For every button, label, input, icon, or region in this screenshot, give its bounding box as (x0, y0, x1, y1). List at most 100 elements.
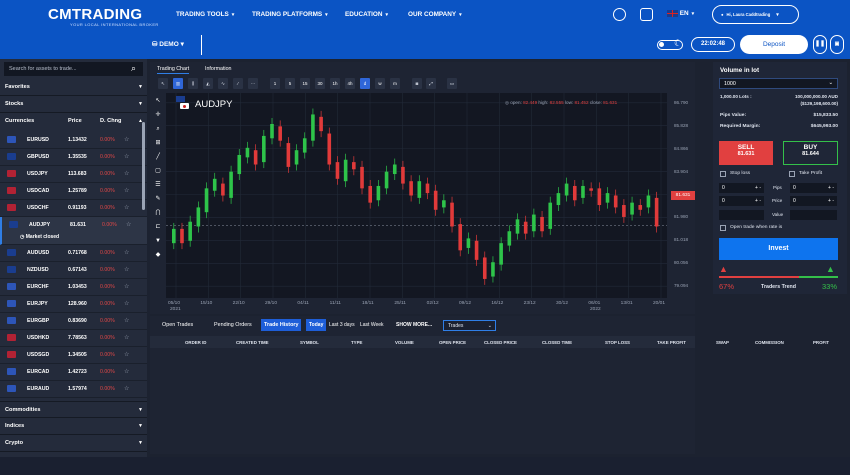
price-chart[interactable] (166, 93, 667, 298)
window-icon[interactable]: ▭ (447, 78, 457, 89)
rectangle-icon[interactable]: ▢ (153, 166, 163, 176)
area-icon[interactable]: ◭ (203, 78, 213, 89)
favorite-star-icon[interactable]: ☆ (124, 266, 129, 273)
timeframe-4h[interactable]: 4h (345, 78, 355, 89)
category-stocks[interactable]: Stocks ▼ (0, 96, 147, 113)
asset-row-euraud[interactable]: EURAUD 1.57974 0.00% ☆ (0, 381, 147, 398)
measure-icon[interactable]: ⊞ (153, 138, 163, 148)
cmtrading-logo[interactable]: CMTRADING (48, 6, 142, 23)
tab-information[interactable]: Information (205, 66, 232, 72)
favorite-star-icon[interactable]: ☆ (124, 204, 129, 211)
stop-loss-value-input[interactable] (719, 210, 764, 220)
asset-row-usdcad[interactable]: USDCAD 1.25789 0.00% ☆ (0, 183, 147, 200)
timeframe-m[interactable]: m (390, 78, 400, 89)
asset-row-eurusd[interactable]: EURUSD 1.13432 0.00% ☆ (0, 132, 147, 149)
layout-icon[interactable]: ▣ (830, 35, 844, 54)
tab-trading-chart[interactable]: Trading Chart (157, 66, 190, 74)
crosshair-icon[interactable]: ✛ (153, 110, 163, 120)
sell-button[interactable]: SELL 81.631 (719, 141, 773, 165)
filter-last-3-days[interactable]: Last 3 days (329, 322, 355, 328)
nav-trading-platforms[interactable]: TRADING PLATFORMS ▾ (252, 11, 328, 18)
deposit-button[interactable]: Deposit (740, 35, 808, 54)
sidebar-scrollbar[interactable] (142, 122, 145, 210)
line-icon[interactable]: ∿ (218, 78, 228, 89)
volume-select[interactable]: 1000 ⌄ (719, 78, 838, 89)
account-mode-selector[interactable]: ⛁ DEMO ▾ (152, 40, 184, 48)
tab-open-trades[interactable]: Open Trades (162, 322, 193, 328)
stop-loss-checkbox[interactable] (720, 171, 726, 177)
trash-icon[interactable]: ▼ (153, 236, 163, 246)
timeframe-5[interactable]: 5 (285, 78, 295, 89)
search-icon[interactable]: ⌕ (131, 63, 136, 74)
category-crypto[interactable]: Crypto ▼ (0, 435, 147, 452)
indicator-icon[interactable]: ⋯ (248, 78, 258, 89)
asset-row-usdchf[interactable]: USDCHF 0.91193 0.00% ☆ (0, 200, 147, 217)
pencil-icon[interactable]: ✎ (153, 194, 163, 204)
favorite-star-icon[interactable]: ☆ (124, 385, 129, 392)
lock-icon[interactable]: ⊏ (153, 222, 163, 232)
nav-education[interactable]: EDUCATION ▾ (345, 11, 388, 18)
favorite-star-icon[interactable]: ☆ (124, 170, 129, 177)
timeframe-1h[interactable]: 1h (330, 78, 340, 89)
favorite-star-icon[interactable]: ☆ (124, 187, 129, 194)
asset-row-eurjpy[interactable]: EURJPY 128.960 0.00% ☆ (0, 296, 147, 313)
asset-row-usdhkd[interactable]: USDHKD 7.78563 0.00% ☆ (0, 330, 147, 347)
trades-type-select[interactable]: Trades ⌄ (443, 320, 496, 331)
timeframe-15[interactable]: 15 (300, 78, 310, 89)
favorite-star-icon[interactable]: ☆ (124, 249, 129, 256)
asset-row-eurgbp[interactable]: EURGBP 0.83690 0.00% ☆ (0, 313, 147, 330)
fullscreen-icon[interactable]: ⤢ (426, 78, 436, 89)
favorite-star-icon[interactable]: ☆ (124, 351, 129, 358)
favorite-star-icon[interactable]: ☆ (124, 334, 129, 341)
pin-icon[interactable]: ◆ (153, 250, 163, 260)
nav-trading-tools[interactable]: TRADING TOOLS ▾ (176, 11, 234, 18)
favorite-star-icon[interactable]: ☆ (124, 300, 129, 307)
favorite-star-icon[interactable]: ☆ (126, 221, 131, 228)
filter-today[interactable]: Today (306, 319, 327, 331)
take-profit-pips-input[interactable]: 0 + - (790, 183, 837, 193)
cursor-icon[interactable]: ↖ (153, 96, 163, 106)
asset-row-audusd[interactable]: AUDUSD 0.71768 0.00% ☆ (0, 245, 147, 262)
camera-icon[interactable]: ◙ (412, 78, 422, 89)
favorite-star-icon[interactable]: ☆ (124, 136, 129, 143)
category-commodities[interactable]: Commodities ▼ (0, 401, 147, 418)
zoom-icon[interactable]: ⌕ (153, 124, 163, 134)
asset-row-eurcad[interactable]: EURCAD 1.42723 0.00% ☆ (0, 364, 147, 381)
take-profit-checkbox[interactable] (789, 171, 795, 177)
tab-pending-orders[interactable]: Pending Orders (214, 322, 252, 328)
category-currencies[interactable]: Currencies Price D. Chng ▲ (0, 113, 147, 130)
category-favorites[interactable]: Favorites ▼ (0, 79, 147, 96)
asset-row-gbpusd[interactable]: GBPUSD 1.35535 0.00% ☆ (0, 149, 147, 166)
trend-icon[interactable]: ⁄ (233, 78, 243, 89)
timeframe-d[interactable]: d (360, 78, 370, 89)
asset-row-audjpy[interactable]: AUDJPY 81.631 0.00% ☆ ◷ Market closed (0, 217, 147, 245)
whatsapp-icon[interactable] (613, 8, 626, 21)
buy-button[interactable]: BUY 81.644 (783, 141, 838, 165)
favorite-star-icon[interactable]: ☆ (124, 153, 129, 160)
asset-row-eurchf[interactable]: EURCHF 1.03453 0.00% ☆ (0, 279, 147, 296)
bars-icon[interactable]: ⫼ (188, 78, 198, 89)
favorite-star-icon[interactable]: ☆ (124, 283, 129, 290)
open-trade-rate-checkbox[interactable] (720, 225, 726, 231)
cursor-icon[interactable]: ↖ (158, 78, 168, 89)
candlestick-chart[interactable] (166, 93, 667, 298)
timeframe-30[interactable]: 30 (315, 78, 325, 89)
tab-trade-history[interactable]: Trade History (261, 319, 302, 331)
line-tool-icon[interactable]: ╱ (153, 152, 163, 162)
take-profit-price-input[interactable]: 0 + - (790, 196, 837, 206)
asset-row-usdsgd[interactable]: USDSGD 1.34505 0.00% ☆ (0, 347, 147, 364)
take-profit-value-input[interactable] (790, 210, 837, 220)
timeframe-1[interactable]: 1 (270, 78, 280, 89)
stop-loss-price-input[interactable]: 0 + - (719, 196, 764, 206)
language-selector[interactable]: EN ▾ (667, 10, 694, 17)
filter-last-week[interactable]: Last Week (360, 322, 384, 328)
candles-icon[interactable]: ▥ (173, 78, 183, 89)
asset-row-nzdusd[interactable]: NZDUSD 0.67143 0.00% ☆ (0, 262, 147, 279)
text-icon[interactable]: ☰ (153, 180, 163, 190)
pause-icon[interactable]: ❚❚ (813, 35, 827, 54)
asset-search-input[interactable]: Search for assets to trade... (4, 62, 143, 76)
stop-loss-pips-input[interactable]: 0 + - (719, 183, 764, 193)
chat-icon[interactable] (640, 8, 653, 21)
favorite-star-icon[interactable]: ☆ (124, 317, 129, 324)
nav-our-company[interactable]: OUR COMPANY ▾ (408, 11, 462, 18)
